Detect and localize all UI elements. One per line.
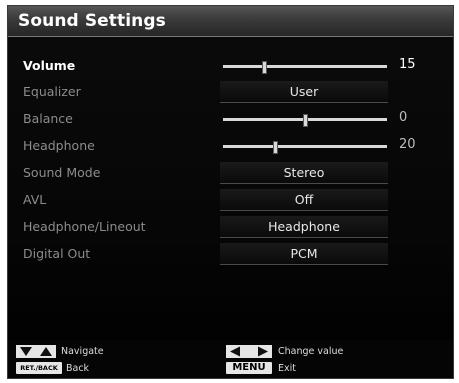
avl-value[interactable]: Off <box>220 189 388 211</box>
back-key-badge: RET./BACK <box>16 362 62 374</box>
volume-label: Volume <box>23 58 76 73</box>
headphone-lineout-label: Headphone/Lineout <box>23 219 146 234</box>
menu-key-badge: MENU <box>226 362 272 374</box>
change-value-hint: Change value <box>278 346 344 357</box>
headphone-lineout-value[interactable]: Headphone <box>220 216 388 238</box>
back-hint: Back <box>66 363 90 374</box>
up-down-arrows-icon <box>16 345 56 358</box>
key-hints-bar: Navigate RET./BACK Back Change value MEN… <box>8 340 453 378</box>
page-title: Sound Settings <box>18 11 166 31</box>
sound-settings-panel: Sound Settings Volume 15 Equalizer User … <box>7 5 454 379</box>
balance-value: 0 <box>399 110 408 125</box>
sound-mode-row[interactable]: Sound Mode Stereo <box>8 162 453 184</box>
volume-row[interactable]: Volume 15 <box>8 55 453 77</box>
headphone-value: 20 <box>399 137 416 152</box>
exit-hint: Exit <box>278 363 296 374</box>
headphone-label: Headphone <box>23 138 95 153</box>
avl-row[interactable]: AVL Off <box>8 189 453 211</box>
balance-slider-knob[interactable] <box>303 114 308 127</box>
avl-label: AVL <box>23 192 47 207</box>
volume-slider[interactable] <box>223 61 387 74</box>
digital-out-value[interactable]: PCM <box>220 243 388 265</box>
title-bar: Sound Settings <box>8 6 453 37</box>
digital-out-label: Digital Out <box>23 246 91 261</box>
balance-row[interactable]: Balance 0 <box>8 108 453 130</box>
equalizer-row[interactable]: Equalizer User <box>8 81 453 103</box>
equalizer-label: Equalizer <box>23 84 81 99</box>
headphone-row[interactable]: Headphone 20 <box>8 135 453 157</box>
navigate-hint: Navigate <box>61 346 104 357</box>
left-right-arrows-icon <box>226 345 272 358</box>
sound-mode-label: Sound Mode <box>23 165 101 180</box>
sound-mode-value[interactable]: Stereo <box>220 162 388 184</box>
volume-slider-knob[interactable] <box>262 61 267 74</box>
digital-out-row[interactable]: Digital Out PCM <box>8 243 453 265</box>
headphone-lineout-row[interactable]: Headphone/Lineout Headphone <box>8 216 453 238</box>
equalizer-value[interactable]: User <box>220 81 388 103</box>
volume-value: 15 <box>399 57 416 72</box>
headphone-slider-knob[interactable] <box>273 141 278 154</box>
balance-label: Balance <box>23 111 73 126</box>
balance-slider[interactable] <box>223 114 387 127</box>
headphone-slider[interactable] <box>223 141 387 154</box>
